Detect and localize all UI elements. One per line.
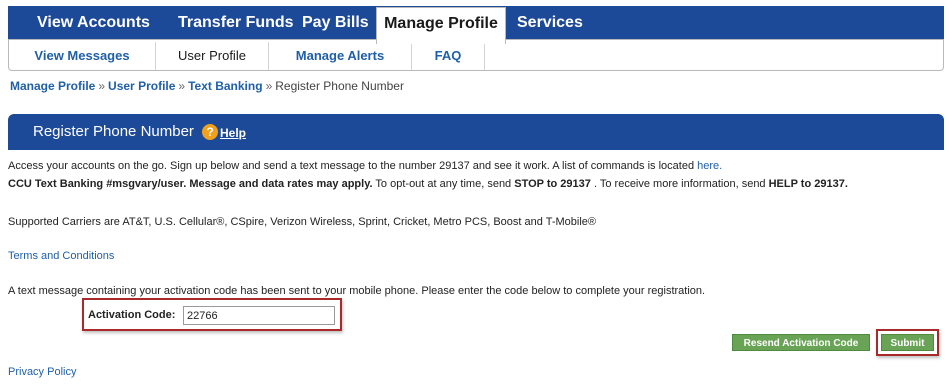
breadcrumb-manage-profile[interactable]: Manage Profile xyxy=(10,79,95,93)
supported-carriers: Supported Carriers are AT&T, U.S. Cellul… xyxy=(8,216,597,228)
intro-text: Access your accounts on the go. Sign up … xyxy=(8,160,695,172)
rates-notice: CCU Text Banking #msgvary/user. Message … xyxy=(8,178,373,190)
help-icon[interactable]: ? xyxy=(202,124,218,140)
terms-link[interactable]: Terms and Conditions xyxy=(8,250,114,262)
panel-header: Register Phone Number ? Help xyxy=(8,114,944,150)
tab-pay-bills[interactable]: Pay Bills xyxy=(302,6,369,40)
breadcrumb-user-profile[interactable]: User Profile xyxy=(108,79,175,93)
page-title: Register Phone Number xyxy=(33,123,194,140)
subnav-manage-alerts[interactable]: Manage Alerts xyxy=(269,40,411,70)
breadcrumb: Manage Profile» User Profile» Text Banking… xyxy=(10,79,404,93)
privacy-policy-link[interactable]: Privacy Policy xyxy=(8,366,76,378)
help-instruction: HELP to 29137. xyxy=(768,178,848,190)
optout-text: To opt-out at any time, send xyxy=(372,178,515,190)
commands-link[interactable]: here. xyxy=(697,160,722,172)
subnav-view-messages[interactable]: View Messages xyxy=(9,40,155,70)
breadcrumb-separator: » xyxy=(265,79,273,93)
submit-button[interactable]: Submit xyxy=(881,334,934,351)
activation-code-label: Activation Code: xyxy=(88,309,176,321)
breadcrumb-current: Register Phone Number xyxy=(275,79,404,93)
info-text: . To receive more information, send xyxy=(590,178,769,190)
intro-line-1: Access your accounts on the go. Sign up … xyxy=(8,160,722,172)
activation-code-input[interactable] xyxy=(183,306,335,325)
breadcrumb-text-banking[interactable]: Text Banking xyxy=(188,79,262,93)
subnav-faq[interactable]: FAQ xyxy=(412,40,484,70)
intro-line-2: CCU Text Banking #msgvary/user. Message … xyxy=(8,178,848,190)
stop-instruction: STOP to 29137 xyxy=(514,178,591,190)
activation-message: A text message containing your activatio… xyxy=(8,285,706,297)
main-nav: View Accounts Transfer Funds Pay Bills M… xyxy=(8,6,944,44)
activation-code-group: Activation Code: xyxy=(82,298,342,331)
breadcrumb-separator: » xyxy=(178,79,186,93)
tab-view-accounts[interactable]: View Accounts xyxy=(37,6,150,40)
tab-transfer-funds[interactable]: Transfer Funds xyxy=(178,6,294,40)
subnav-user-profile[interactable]: User Profile xyxy=(156,40,268,70)
breadcrumb-separator: » xyxy=(98,79,106,93)
tab-services[interactable]: Services xyxy=(517,6,583,40)
help-link[interactable]: Help xyxy=(220,114,246,152)
tab-manage-profile[interactable]: Manage Profile xyxy=(376,7,506,44)
subnav-divider xyxy=(484,42,485,70)
resend-code-button[interactable]: Resend Activation Code xyxy=(732,334,870,351)
